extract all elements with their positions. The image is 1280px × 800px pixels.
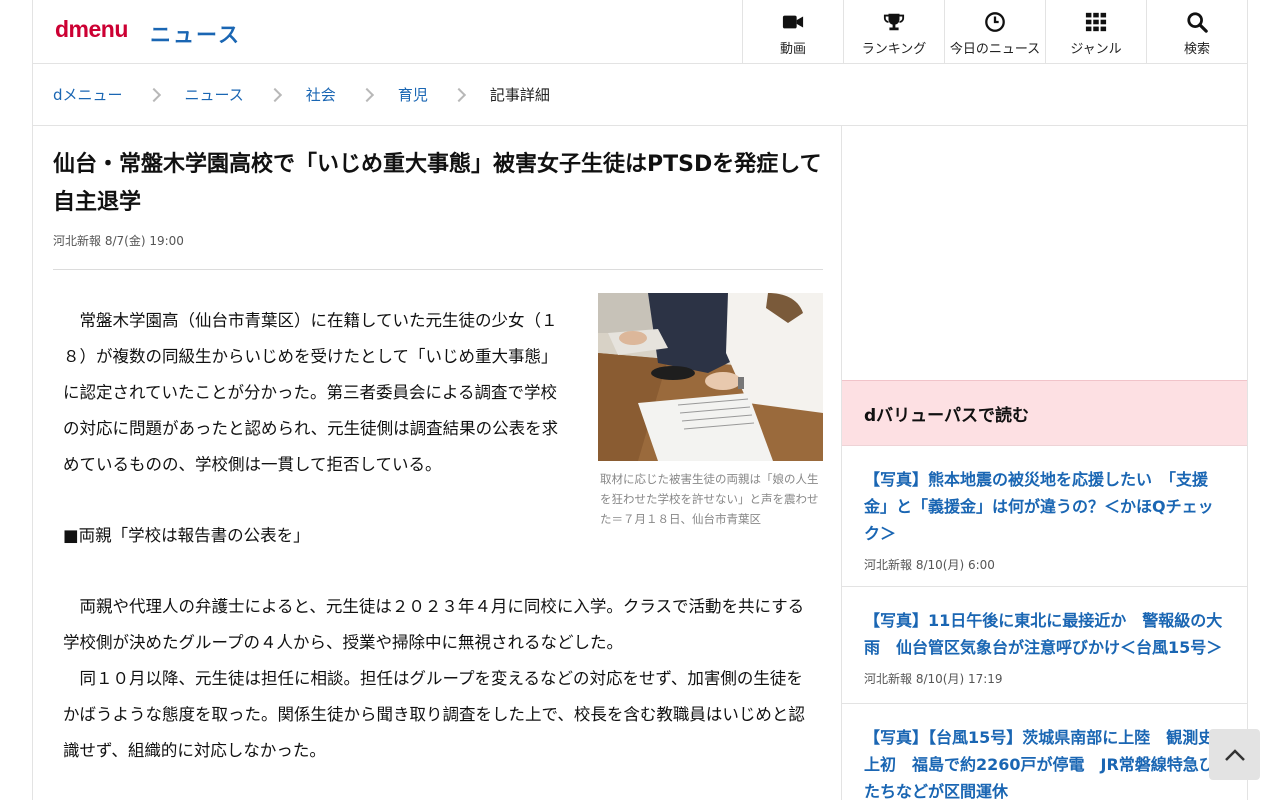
article-meta: 河北新報 8/7(金) 19:00 — [53, 232, 823, 249]
sidebar-article-item[interactable]: 【写真】11日午後に東北に最接近か 警報級の大雨 仙台管区気象台が注意呼びかけ＜… — [842, 587, 1247, 704]
nav-genre[interactable]: ジャンル — [1045, 0, 1146, 63]
sidebar-article-meta: 河北新報 8/10(月) 17:19 — [864, 670, 1227, 687]
sidebar: dバリューパスで読む 【写真】熊本地震の被災地を応援したい 「支援金」と「義援金… — [841, 126, 1247, 800]
sidebar-article-item[interactable]: 【写真】【台風15号】茨城県南部に上陸 観測史上初 福島で約2260戸が停電 J… — [842, 704, 1247, 800]
sidebar-article-meta: 河北新報 8/10(月) 6:00 — [864, 556, 1227, 573]
breadcrumb-childcare[interactable]: 育児 — [398, 84, 428, 105]
nav-ranking-label: ランキング — [861, 42, 927, 57]
video-camera-icon — [782, 15, 804, 29]
sidebar-article-title[interactable]: 【写真】【台風15号】茨城県南部に上陸 観測史上初 福島で約2260戸が停電 J… — [864, 724, 1227, 800]
sidebar-article-datetime: 8/10(月) 6:00 — [915, 558, 995, 572]
section-title[interactable]: ニュース — [150, 19, 241, 49]
chevron-right-icon — [451, 87, 466, 102]
chevron-right-icon — [146, 87, 161, 102]
sidebar-article-title[interactable]: 【写真】熊本地震の被災地を応援したい 「支援金」と「義援金」は何が違うの？＜かほ… — [864, 466, 1227, 547]
chevron-up-icon — [1224, 748, 1245, 761]
article-photo-block: 取材に応じた被害生徒の両親は「娘の人生を狂わせた学校を許せない」と声を震わせた＝… — [598, 293, 823, 529]
article-paragraph: 同１０月以降、元生徒は担任に相談。担任はグループを変えるなどの対応をせず、加害側… — [63, 669, 805, 760]
dmenu-logo[interactable]: dmenu — [55, 16, 128, 43]
chevron-right-icon — [267, 87, 282, 102]
sidebar-article-title[interactable]: 【写真】11日午後に東北に最接近か 警報級の大雨 仙台管区気象台が注意呼びかけ＜… — [864, 607, 1227, 661]
nav-ranking[interactable]: ランキング — [843, 0, 944, 63]
back-to-top-button[interactable] — [1209, 729, 1260, 780]
article-source: 河北新報 — [53, 234, 102, 248]
nav-genre-label: ジャンル — [1070, 42, 1122, 57]
nav-today-news[interactable]: 今日のニュース — [944, 0, 1045, 63]
ad-space — [842, 126, 1247, 380]
search-icon — [1187, 12, 1208, 33]
header-nav: 動画 ランキング 今日のニュース ジャンル 検索 — [742, 0, 1247, 63]
sidebar-heading: dバリューパスで読む — [842, 380, 1247, 446]
breadcrumb-dmenu[interactable]: dメニュー — [53, 84, 123, 105]
trophy-icon — [883, 13, 905, 31]
photo-caption: 取材に応じた被害生徒の両親は「娘の人生を狂わせた学校を許せない」と声を震わせた＝… — [600, 472, 819, 526]
clock-icon — [985, 12, 1005, 32]
breadcrumb: dメニュー ニュース 社会 育児 記事詳細 — [33, 64, 1247, 126]
page-frame: dmenu ニュース 動画 ランキング 今日のニュース ジャンル 検索 dメニュ… — [32, 0, 1248, 800]
nav-today-news-label: 今日のニュース — [949, 42, 1041, 57]
article-datetime: 8/7(金) 19:00 — [104, 234, 184, 248]
chevron-right-icon — [359, 87, 374, 102]
sidebar-article-datetime: 8/10(月) 17:19 — [915, 672, 1003, 686]
breadcrumb-society[interactable]: 社会 — [306, 84, 336, 105]
article: 仙台・常盤木学園高校で「いじめ重大事態」被害女子生徒はPTSDを発症して自主退学… — [53, 126, 823, 800]
sidebar-article-source: 河北新報 — [864, 558, 913, 572]
grid-icon — [1085, 12, 1107, 32]
breadcrumb-news[interactable]: ニュース — [185, 84, 244, 105]
sidebar-article-source: 河北新報 — [864, 672, 913, 686]
photo-illustration — [598, 293, 823, 461]
divider — [53, 269, 823, 270]
article-paragraph: 両親や代理人の弁護士によると、元生徒は２０２３年４月に同校に入学。クラスで活動を… — [63, 597, 805, 652]
nav-search-label: 検索 — [1183, 42, 1210, 57]
article-body: 取材に応じた被害生徒の両親は「娘の人生を狂わせた学校を許せない」と声を震わせた＝… — [53, 293, 823, 769]
site-header: dmenu ニュース 動画 ランキング 今日のニュース ジャンル 検索 — [33, 0, 1247, 64]
nav-video-label: 動画 — [779, 42, 806, 57]
breadcrumb-current: 記事詳細 — [489, 86, 550, 104]
nav-search[interactable]: 検索 — [1146, 0, 1247, 63]
article-lead-paragraph: 常盤木学園高（仙台市青葉区）に在籍していた元生徒の少女（１８）が複数の同級生から… — [63, 311, 559, 474]
article-photo[interactable] — [598, 293, 823, 461]
nav-video[interactable]: 動画 — [742, 0, 843, 63]
article-title: 仙台・常盤木学園高校で「いじめ重大事態」被害女子生徒はPTSDを発症して自主退学 — [53, 152, 822, 215]
sidebar-article-item[interactable]: 【写真】熊本地震の被災地を応援したい 「支援金」と「義援金」は何が違うの？＜かほ… — [842, 446, 1247, 587]
